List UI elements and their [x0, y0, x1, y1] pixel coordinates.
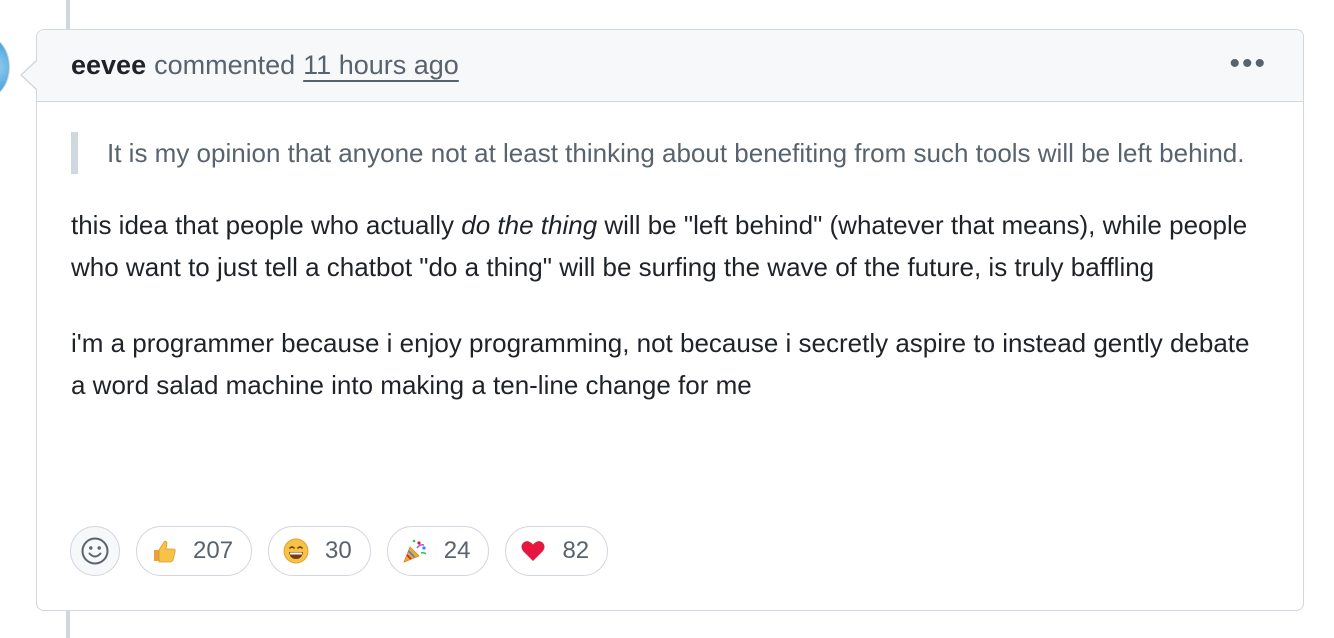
quote-block: It is my opinion that anyone not at leas…: [71, 132, 1269, 174]
comment-author[interactable]: eevee: [71, 50, 146, 81]
comment-body: It is my opinion that anyone not at leas…: [37, 132, 1303, 406]
comment-header: eevee commented 11 hours ago •••: [37, 30, 1303, 102]
laugh-icon: [283, 538, 309, 564]
reaction-count: 82: [562, 537, 590, 564]
reaction-thumbs-up[interactable]: 207: [136, 526, 253, 576]
kebab-horizontal-icon[interactable]: •••: [1229, 49, 1267, 79]
reaction-count: 207: [193, 537, 234, 564]
paragraph-1-emphasis: do the thing: [461, 210, 598, 240]
comment-box: eevee commented 11 hours ago ••• It is m…: [20, 29, 1304, 611]
comment-paragraph-2: i'm a programmer because i enjoy program…: [71, 328, 1250, 400]
smiley-icon: [81, 537, 109, 565]
avatar[interactable]: [0, 35, 10, 99]
hooray-icon: [403, 539, 427, 563]
comment-action: commented: [154, 50, 296, 80]
reaction-count: 30: [325, 537, 352, 564]
add-reaction-button[interactable]: [70, 526, 120, 576]
reactions-bar: 207 30 24 82: [70, 526, 609, 576]
thumbs-up-icon: [154, 540, 176, 563]
paragraph-1-before: this idea that people who actually: [71, 210, 462, 240]
heart-icon: [521, 541, 545, 561]
reaction-laugh[interactable]: 30: [268, 526, 371, 576]
comment-timestamp[interactable]: 11 hours ago: [303, 50, 459, 81]
quote-text: It is my opinion that anyone not at leas…: [107, 138, 1245, 168]
reaction-count: 24: [443, 537, 471, 564]
comment-paragraph-1: this idea that people who actually do th…: [71, 204, 1269, 288]
reaction-heart[interactable]: 82: [505, 526, 609, 576]
comment-caret-inner: [22, 61, 37, 89]
reaction-hooray[interactable]: 24: [386, 526, 490, 576]
